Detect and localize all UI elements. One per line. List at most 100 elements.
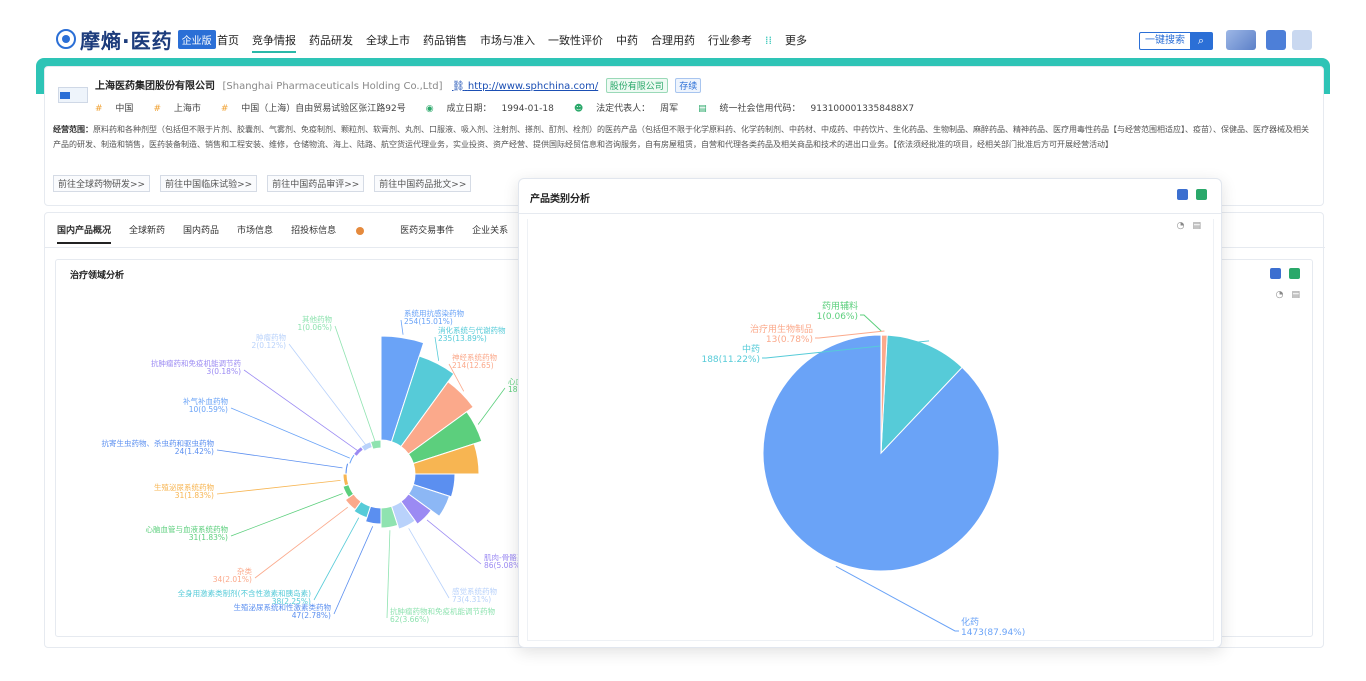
nav-competitive-intel[interactable]: 竞争情报 [252,32,296,53]
search-icon[interactable]: ⌕ [1190,33,1212,49]
rose-label-value-12: 34(2.01%) [213,575,252,584]
nav-tcm[interactable]: 中药 [616,32,638,53]
company-url[interactable]: ⛓ http://www.sphchina.com/ [452,81,598,92]
image-export-icon[interactable] [1289,268,1300,279]
rose-label-value-8: 73(4.31%) [452,595,491,604]
meta-city[interactable]: # 上海市 [153,101,210,114]
pie-label-name-1: 中药 [742,343,760,355]
tab-domestic-overview[interactable]: 国内产品概况 [57,223,112,244]
therapy-chart-tools: ◔ ▤ [1268,290,1300,300]
rose-leader-7 [426,519,482,565]
nav-rational-use[interactable]: 合理用药 [651,32,695,53]
rose-label-value-14: 31(1.83%) [175,491,214,500]
pie-leader-3 [860,314,882,332]
company-logo [58,87,88,103]
tab-global-new-drugs[interactable]: 全球新药 [129,223,165,244]
company-status-tag: 存续 [675,78,702,93]
main-nav: 首页 竞争情报 药品研发 全球上市 药品销售 市场与准入 一致性评价 中药 合理… [217,32,833,53]
meta-address[interactable]: # 中国（上海）自由贸易试验区张江路92号 [221,101,416,114]
brand-logo[interactable]: 摩熵·医药 企业版 [56,26,216,53]
rose-slice-13[interactable] [342,483,355,499]
rose-leader-10 [333,526,374,615]
tab-market-info[interactable]: 市场信息 [237,223,273,244]
meta-legal-rep: ☻ 法定代表人： 周军 [573,104,679,114]
pie-label-value-2: 13(0.78%) [766,335,813,345]
info-dot-icon [356,226,365,235]
rose-label-value-0: 254(15.01%) [404,317,453,326]
rose-leader-0 [400,319,404,335]
nav-market-access[interactable]: 市场与准入 [480,32,535,53]
rose-label-value-13: 31(1.83%) [189,533,228,542]
top-bar: 摩熵·医药 企业版 首页 竞争情报 药品研发 全球上市 药品销售 市场与准入 一… [0,0,1366,58]
rose-slice-19[interactable] [369,439,382,450]
rose-label-value-9: 62(3.66%) [390,615,429,624]
product-category-pie: 化药1473(87.94%) 中药188(11.22%) 治疗用生物制品13(0.7… [701,300,1025,638]
rose-slice-15[interactable] [344,462,350,475]
rose-label-value-16: 10(0.59%) [189,405,228,414]
link-drug-approval[interactable]: 前往中国药品批文>> [374,175,472,192]
pie-label-name-0: 化药 [961,616,979,628]
rose-leader-16 [230,407,350,459]
data-view-icon[interactable]: ▤ [1291,290,1300,300]
image-export-icon[interactable] [1196,189,1207,200]
link-clinical-trials[interactable]: 前往中国临床试验>> [160,175,258,192]
book-icon[interactable] [1266,30,1286,50]
company-name-en: [Shanghai Pharmaceuticals Holding Co.,Lt… [222,81,443,92]
meta-founded: ◉ 成立日期： 1994-01-18 [425,104,554,114]
pie-label-value-0: 1473(87.94%) [961,628,1025,638]
pie-label-value-1: 188(11.22%) [701,355,760,365]
pie-label-value-3: 1(0.06%) [817,312,858,322]
avatar[interactable] [1292,30,1312,50]
link-icon: ⛓ [452,81,465,92]
rose-leader-9 [386,530,391,619]
company-name: 上海医药集团股份有限公司 [95,81,215,92]
nav-more[interactable]: ⁞⁞ 更多 [765,32,820,53]
content-tabs: 国内产品概况 全球新药 国内药品 市场信息 招投标信息 医药交易事件 企业关系 [57,223,526,244]
grid-icon: ⁞⁞ [765,34,772,47]
rose-label-value-11: 38(2.25%) [272,597,311,606]
logo-icon [56,29,76,49]
pie-label-name-2: 治疗用生物制品 [750,323,813,335]
rose-leader-19 [334,325,377,446]
pie-toggle-icon[interactable]: ◔ [1177,221,1185,231]
link-global-rd[interactable]: 前往全球药物研发>> [53,175,151,192]
rose-slice-16[interactable] [348,453,356,465]
nav-sales[interactable]: 药品销售 [423,32,467,53]
pie-label-name-3: 药用辅料 [822,300,858,312]
quick-links: 前往全球药物研发>> 前往中国临床试验>> 前往中国药品审评>> 前往中国药品批… [53,175,481,192]
rose-leader-13 [230,493,343,537]
nav-global-launch[interactable]: 全球上市 [366,32,410,53]
nav-home[interactable]: 首页 [217,32,239,53]
rose-label-value-18: 2(0.12%) [252,341,287,350]
rose-leader-12 [254,506,349,579]
quick-search[interactable]: 一键搜索 ⌕ [1139,32,1213,50]
popup-title: 产品类别分析 [530,194,590,205]
popup-divider [519,213,1221,214]
company-type-tag: 股份有限公司 [605,78,668,93]
meta-country[interactable]: # 中国 [95,101,143,114]
product-category-popup: 化药 1473(87.94%) 中药 188(11.22%) 治疗用生物制品 13(0.7… [518,178,1222,648]
vip-icon[interactable] [1226,30,1256,50]
popup-chart-tools: ◔ ▤ [1169,221,1201,231]
nav-rd[interactable]: 药品研发 [309,32,353,53]
tab-transactions[interactable]: 医药交易事件 [400,223,454,244]
company-meta: # 中国 # 上海市 # 中国（上海）自由贸易试验区张江路92号 ◉ 成立日期：… [95,101,934,114]
rose-slice-14[interactable] [342,473,350,487]
rose-leader-3 [477,387,506,425]
rose-label-value-1: 235(13.89%) [438,334,487,343]
link-drug-review[interactable]: 前往中国药品审评>> [267,175,365,192]
rose-leader-8 [408,528,450,599]
data-view-icon[interactable]: ▤ [1192,221,1201,231]
rose-label-value-17: 3(0.18%) [207,367,242,376]
nav-consistency[interactable]: 一致性评价 [548,32,603,53]
tab-domestic-drugs[interactable]: 国内药品 [183,223,219,244]
excel-export-icon[interactable] [1270,268,1281,279]
tab-relations[interactable]: 企业关系 [472,223,508,244]
meta-credit-code: ▤ 统一社会信用代码： 9131000013358488X7 [698,104,915,114]
tab-bidding[interactable]: 招投标信息 [291,223,382,244]
nav-industry-ref[interactable]: 行业参考 [708,32,752,53]
therapy-panel-title: 治疗领域分析 [70,271,125,281]
pie-toggle-icon[interactable]: ◔ [1276,290,1284,300]
popup-tools [1169,189,1207,200]
excel-export-icon[interactable] [1177,189,1188,200]
